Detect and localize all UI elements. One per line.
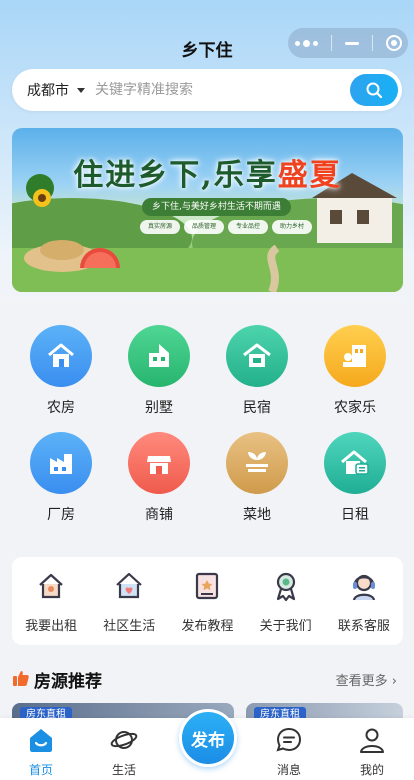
see-more-link[interactable]: 查看更多 › [336, 670, 397, 689]
category-label: 农房 [47, 400, 75, 416]
category-label: 农家乐 [334, 400, 376, 416]
category-item-daily-rent[interactable]: 日租 [306, 432, 404, 524]
caret-down-icon [77, 87, 85, 93]
capsule-divider [371, 35, 373, 51]
community-icon [116, 572, 143, 599]
category-label: 别墅 [145, 400, 173, 416]
close-miniprogram-icon[interactable] [385, 35, 402, 51]
search-input[interactable] [95, 82, 325, 98]
recommend-header: 房源推荐 查看更多 › [12, 666, 403, 692]
service-label: 我要出租 [25, 619, 78, 634]
section-title: 房源推荐 [34, 672, 102, 692]
tab-label: 首页 [28, 763, 53, 777]
daily-rent-icon [324, 432, 386, 494]
home-icon [30, 729, 52, 752]
service-item-rent-out[interactable]: 我要出租 [12, 569, 90, 634]
category-label: 商铺 [145, 507, 173, 523]
promo-banner[interactable]: 住进乡下,乐享盛夏 乡下住,与美好乡村生活不期而遇 真实房源 品质管理 专业品控… [12, 128, 403, 292]
service-item-about-us[interactable]: 关于我们 [247, 569, 325, 634]
message-icon [276, 727, 302, 752]
more-icon[interactable] [294, 39, 318, 47]
tab-label: 我的 [359, 763, 384, 777]
category-item-farmland[interactable]: 菜地 [208, 432, 306, 524]
homestay-icon [226, 325, 288, 387]
banner-title: 住进乡下,乐享盛夏 [73, 158, 342, 193]
rent-out-icon [39, 573, 63, 599]
banner-feature: 助力乡村 [272, 220, 312, 234]
farmland-icon [226, 432, 288, 494]
factory-icon [30, 432, 92, 494]
search-icon [366, 82, 383, 99]
publish-button[interactable]: 发布 [179, 709, 237, 767]
service-item-customer-service[interactable]: 联系客服 [325, 569, 403, 634]
search-button[interactable] [350, 74, 398, 106]
shop-icon [128, 432, 190, 494]
category-label: 日租 [341, 507, 369, 523]
service-label: 发布教程 [181, 619, 234, 634]
tab-messages[interactable]: 消息 [259, 726, 319, 778]
about-icon [276, 572, 295, 602]
banner-feature: 真实房源 [140, 220, 180, 234]
minimize-icon[interactable] [344, 41, 359, 45]
category-item-farmhouse-rental[interactable]: 农房 [12, 325, 110, 417]
user-icon [360, 728, 384, 753]
villa-icon [128, 325, 190, 387]
category-item-factory[interactable]: 厂房 [12, 432, 110, 524]
service-item-tutorial[interactable]: 发布教程 [168, 569, 246, 634]
mini-program-capsule [288, 28, 408, 58]
category-label: 民宿 [243, 400, 271, 416]
service-label: 社区生活 [103, 619, 156, 634]
banner-features: 真实房源 品质管理 专业品控 助力乡村 [140, 220, 312, 234]
chevron-right-icon: › [391, 674, 397, 689]
category-label: 菜地 [243, 507, 271, 523]
house-icon [30, 325, 92, 387]
service-item-community[interactable]: 社区生活 [90, 569, 168, 634]
category-item-villa[interactable]: 别墅 [110, 325, 208, 417]
search-bar: 成都市 [12, 69, 402, 111]
service-label: 联系客服 [337, 619, 390, 634]
banner-feature: 专业品控 [228, 220, 268, 234]
tab-label: 消息 [276, 763, 301, 777]
banner-feature: 品质管理 [184, 220, 224, 234]
category-label: 厂房 [47, 507, 75, 523]
category-item-agritainment[interactable]: 农家乐 [306, 325, 404, 417]
thumbs-up-icon [13, 671, 29, 686]
customer-service-icon [352, 574, 375, 601]
capsule-divider [330, 35, 332, 51]
service-label: 关于我们 [259, 619, 312, 634]
tab-profile[interactable]: 我的 [342, 726, 402, 778]
tab-label: 生活 [111, 763, 136, 777]
service-bar: 我要出租 社区生活 发布教程 关于我们 联系客服 [12, 557, 403, 645]
farmhouse-icon [324, 325, 386, 387]
tutorial-icon [196, 572, 219, 600]
city-selector[interactable]: 成都市 [27, 80, 85, 100]
category-item-shop[interactable]: 商铺 [110, 432, 208, 524]
header: 乡下住 [0, 28, 414, 64]
planet-icon [110, 731, 138, 749]
category-item-homestay[interactable]: 民宿 [208, 325, 306, 417]
tab-life[interactable]: 生活 [94, 726, 154, 778]
tab-home[interactable]: 首页 [11, 726, 71, 778]
banner-subtitle: 乡下住,与美好乡村生活不期而遇 [142, 198, 291, 216]
city-label: 成都市 [27, 83, 69, 99]
